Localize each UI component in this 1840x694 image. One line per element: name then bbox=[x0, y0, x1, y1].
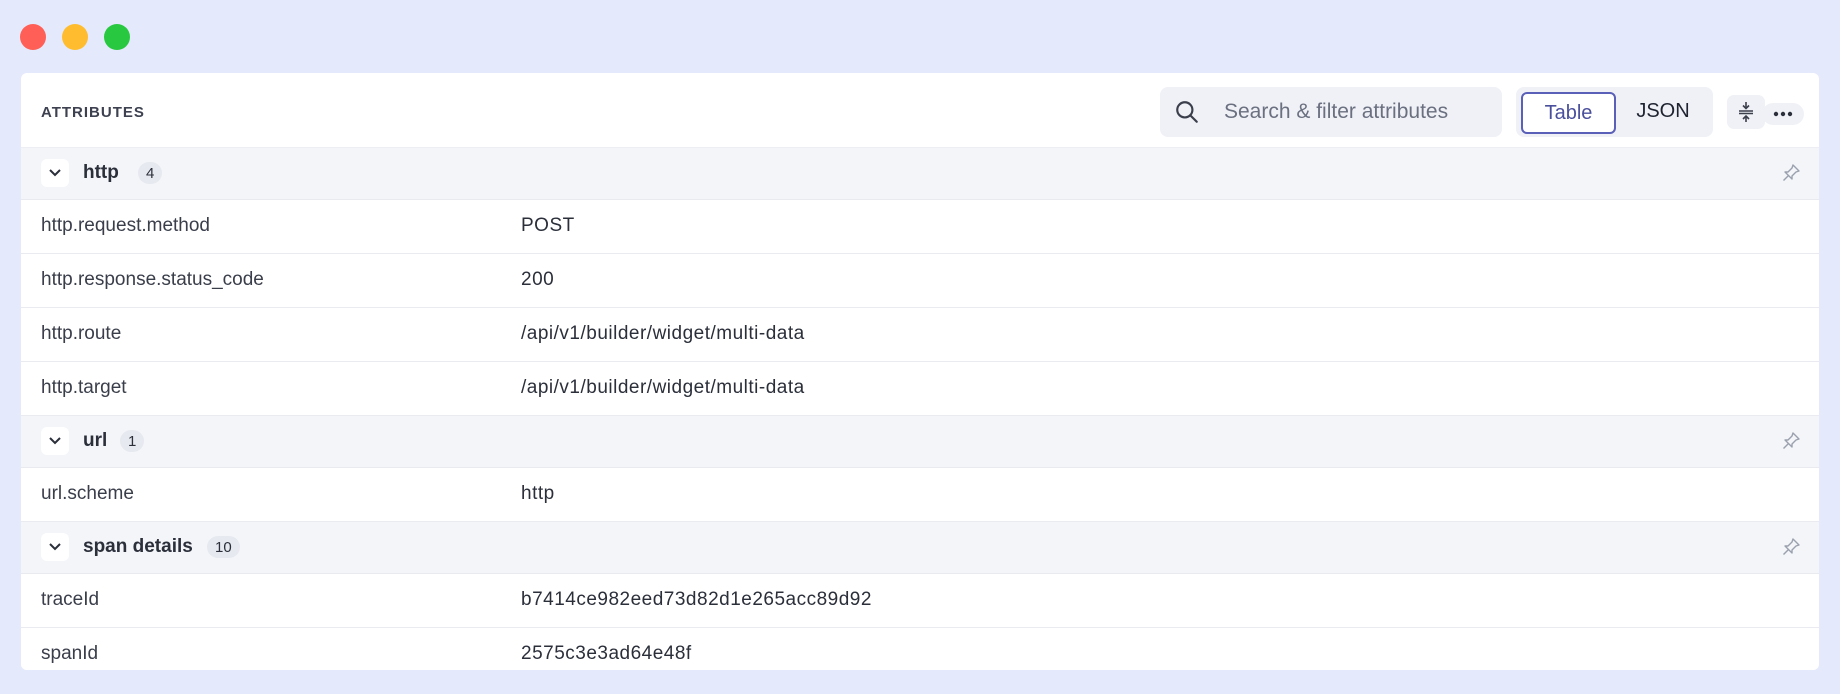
attribute-key: http.target bbox=[41, 377, 127, 398]
group-count-badge: 10 bbox=[207, 536, 240, 558]
attribute-value: http bbox=[521, 483, 555, 504]
chevron-down-icon bbox=[49, 169, 61, 177]
attribute-key: spanId bbox=[41, 643, 99, 664]
chevron-down-icon bbox=[49, 437, 61, 445]
table-view-button[interactable]: Table bbox=[1521, 92, 1616, 134]
traffic-lights bbox=[20, 24, 130, 50]
maximize-window-button[interactable] bbox=[104, 24, 130, 50]
pin-icon[interactable] bbox=[1781, 431, 1801, 451]
group-name: http bbox=[83, 162, 119, 183]
table-row[interactable]: traceId b7414ce982eed73d82d1e265acc89d92 bbox=[21, 574, 1819, 628]
chevron-down-icon bbox=[49, 543, 61, 551]
table-row[interactable]: http.request.method POST bbox=[21, 200, 1819, 254]
group-toggle[interactable] bbox=[41, 533, 69, 561]
search-box[interactable] bbox=[1160, 87, 1502, 137]
app-window: ATTRIBUTES Table JSON bbox=[0, 0, 1840, 694]
search-icon bbox=[1176, 101, 1198, 123]
group-count-badge: 4 bbox=[138, 162, 163, 184]
group-name: url bbox=[83, 430, 108, 451]
attribute-key: http.request.method bbox=[41, 215, 210, 236]
view-toggle: Table JSON bbox=[1516, 87, 1713, 137]
group-name: span details bbox=[83, 536, 193, 557]
table-row[interactable]: url.scheme http bbox=[21, 468, 1819, 522]
group-count-badge: 1 bbox=[120, 430, 145, 452]
close-window-button[interactable] bbox=[20, 24, 46, 50]
group-header-http[interactable]: http 4 bbox=[21, 148, 1819, 200]
attribute-key: traceId bbox=[41, 589, 100, 610]
pin-icon[interactable] bbox=[1781, 163, 1801, 183]
collapse-all-button[interactable] bbox=[1727, 95, 1765, 129]
table-row[interactable]: spanId 2575c3e3ad64e48f bbox=[21, 628, 1819, 670]
table-row[interactable]: http.target /api/v1/builder/widget/multi… bbox=[21, 362, 1819, 416]
attributes-panel: ATTRIBUTES Table JSON bbox=[21, 73, 1819, 670]
minimize-window-button[interactable] bbox=[62, 24, 88, 50]
group-toggle[interactable] bbox=[41, 427, 69, 455]
attribute-key: http.route bbox=[41, 323, 122, 344]
attributes-header: ATTRIBUTES Table JSON bbox=[21, 73, 1819, 148]
attribute-value: /api/v1/builder/widget/multi-data bbox=[521, 323, 805, 344]
more-options-button[interactable] bbox=[1762, 103, 1804, 125]
panel-title: ATTRIBUTES bbox=[41, 104, 145, 121]
attribute-value: POST bbox=[521, 215, 575, 236]
group-toggle[interactable] bbox=[41, 159, 69, 187]
table-row[interactable]: http.response.status_code 200 bbox=[21, 254, 1819, 308]
pin-icon[interactable] bbox=[1781, 537, 1801, 557]
attribute-value: b7414ce982eed73d82d1e265acc89d92 bbox=[521, 589, 872, 610]
group-header-url[interactable]: url 1 bbox=[21, 416, 1819, 468]
group-header-span-details[interactable]: span details 10 bbox=[21, 522, 1819, 574]
attribute-key: http.response.status_code bbox=[41, 269, 264, 290]
json-view-button[interactable]: JSON bbox=[1620, 92, 1706, 130]
more-icon bbox=[1773, 111, 1793, 117]
attribute-key: url.scheme bbox=[41, 483, 134, 504]
attribute-value: /api/v1/builder/widget/multi-data bbox=[521, 377, 805, 398]
table-row[interactable]: http.route /api/v1/builder/widget/multi-… bbox=[21, 308, 1819, 362]
search-input[interactable] bbox=[1222, 99, 1486, 125]
attribute-value: 200 bbox=[521, 269, 555, 290]
attribute-value: 2575c3e3ad64e48f bbox=[521, 643, 692, 664]
collapse-icon bbox=[1739, 102, 1753, 122]
